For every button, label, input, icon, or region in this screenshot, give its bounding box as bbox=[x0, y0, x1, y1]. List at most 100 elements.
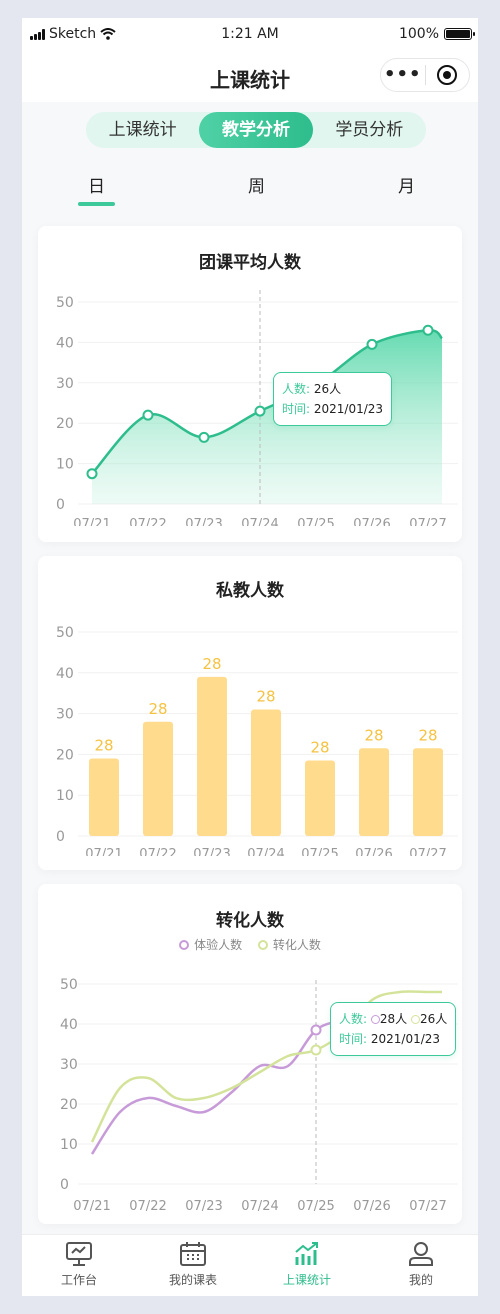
y-tick-label: 0 bbox=[56, 497, 65, 513]
y-tick-label: 30 bbox=[56, 376, 74, 392]
x-tick-label: 07/27 bbox=[409, 847, 446, 856]
y-tick-label: 0 bbox=[60, 1177, 69, 1193]
tooltip-count-key: 人数: bbox=[339, 1012, 368, 1026]
status-bar: Sketch 1:21 AM 100% bbox=[22, 18, 478, 52]
bar bbox=[197, 676, 227, 836]
y-tick-label: 40 bbox=[56, 666, 74, 682]
tab-week[interactable]: 周 bbox=[248, 172, 265, 197]
y-tick-label: 10 bbox=[56, 457, 74, 473]
y-tick-label: 30 bbox=[60, 1057, 78, 1073]
status-right: 100% bbox=[398, 26, 475, 42]
bottom-tab-bar: 工作台 我的课表 上课统计 我的 bbox=[22, 1234, 478, 1296]
tab-label: 上课统计 bbox=[282, 1273, 331, 1287]
x-tick-label: 07/27 bbox=[409, 1199, 446, 1214]
tab-label: 我的 bbox=[408, 1273, 433, 1287]
bar-value-label: 28 bbox=[202, 655, 221, 673]
data-point bbox=[254, 405, 266, 417]
tab-month[interactable]: 月 bbox=[398, 172, 415, 197]
tab-mine[interactable]: 我的 bbox=[364, 1235, 478, 1296]
bar bbox=[359, 748, 389, 836]
x-tick-label: 07/24 bbox=[241, 517, 278, 526]
bar-value-label: 28 bbox=[256, 688, 275, 706]
y-tick-label: 20 bbox=[56, 416, 74, 432]
conversion-card: 转化人数 体验人数 转化人数 0 10 20 30 40 50 07/21 07/22 07/2… bbox=[38, 884, 462, 1224]
x-tick-label: 07/24 bbox=[247, 847, 284, 856]
y-tick-label: 50 bbox=[60, 977, 78, 993]
x-tick-label: 07/25 bbox=[301, 847, 338, 856]
analysis-segmented-control: 上课统计 教学分析 学员分析 bbox=[86, 112, 426, 148]
group-class-average-card: 团课平均人数 0 10 20 30 40 50 07/21 07/22 07/23 07/24 07… bbox=[38, 226, 462, 542]
tab-my-schedule[interactable]: 我的课表 bbox=[136, 1235, 250, 1296]
tooltip-time-key: 时间: bbox=[282, 402, 311, 416]
more-dots-icon[interactable]: ••• bbox=[381, 60, 425, 90]
y-tick-label: 40 bbox=[60, 1017, 78, 1033]
monitor-icon bbox=[66, 1242, 92, 1266]
x-tick-label: 07/22 bbox=[129, 1199, 166, 1214]
tooltip-count-key: 人数: bbox=[282, 382, 311, 396]
tooltip-time-value: 2021/01/23 bbox=[313, 402, 384, 416]
tab-workbench[interactable]: 工作台 bbox=[22, 1235, 136, 1296]
active-tab-indicator bbox=[78, 202, 115, 206]
y-tick-label: 50 bbox=[56, 295, 74, 311]
data-point bbox=[422, 324, 434, 336]
mini-program-capsule: ••• bbox=[380, 58, 470, 92]
tab-day[interactable]: 日 bbox=[88, 172, 105, 197]
tooltip-value-trial: 28人 bbox=[379, 1012, 408, 1026]
bar bbox=[413, 748, 443, 836]
x-tick-label: 07/22 bbox=[129, 517, 166, 526]
period-tabs: 日 周 月 bbox=[22, 168, 478, 212]
y-tick-label: 50 bbox=[56, 625, 74, 641]
x-tick-label: 07/26 bbox=[353, 517, 390, 526]
tooltip-value-converted: 26人 bbox=[419, 1012, 448, 1026]
bar-value-label: 28 bbox=[94, 736, 113, 754]
bar-value-label: 28 bbox=[418, 726, 437, 744]
x-tick-label: 07/25 bbox=[297, 517, 334, 526]
close-capsule-button[interactable] bbox=[425, 65, 469, 85]
user-icon bbox=[409, 1242, 433, 1266]
y-tick-label: 10 bbox=[60, 1137, 78, 1153]
tab-label: 我的课表 bbox=[168, 1273, 217, 1287]
data-point bbox=[310, 1044, 322, 1056]
private-lesson-card: 私教人数 0 10 20 30 40 50 07/21 07/22 07/23 07/24 07/2… bbox=[38, 556, 462, 870]
x-tick-label: 07/21 bbox=[85, 847, 122, 856]
segment-student-analysis[interactable]: 学员分析 bbox=[313, 112, 426, 148]
bar bbox=[89, 758, 119, 836]
tab-class-stats[interactable]: 上课统计 bbox=[250, 1235, 364, 1296]
tab-label: 工作台 bbox=[60, 1273, 97, 1287]
data-point bbox=[86, 468, 98, 480]
bar bbox=[305, 760, 335, 836]
segment-teaching-analysis[interactable]: 教学分析 bbox=[199, 112, 313, 148]
segment-class-stats[interactable]: 上课统计 bbox=[86, 112, 199, 148]
x-tick-label: 07/25 bbox=[297, 1199, 334, 1214]
y-tick-label: 0 bbox=[56, 829, 65, 845]
x-tick-label: 07/27 bbox=[409, 517, 446, 526]
bar bbox=[251, 709, 281, 836]
tooltip-count-value: 26人 bbox=[313, 382, 342, 396]
x-tick-label: 07/22 bbox=[139, 847, 176, 856]
series-dot-icon bbox=[370, 1015, 380, 1024]
phone-screen: Sketch 1:21 AM 100% 上课统计 ••• 上课统计 教学分析 学… bbox=[22, 18, 478, 1296]
chart-tooltip: 人数: 26人 时间: 2021/01/23 bbox=[273, 372, 393, 426]
x-tick-label: 07/21 bbox=[73, 1199, 110, 1214]
series-dot-icon bbox=[410, 1015, 420, 1024]
x-tick-label: 07/21 bbox=[73, 517, 110, 526]
tooltip-time-key: 时间: bbox=[339, 1032, 368, 1046]
bar-value-label: 28 bbox=[310, 739, 329, 757]
bar-value-label: 28 bbox=[148, 700, 167, 718]
calendar-icon bbox=[180, 1242, 206, 1266]
battery-percent: 100% bbox=[398, 26, 439, 42]
bar-value-label: 28 bbox=[364, 726, 383, 744]
x-tick-label: 07/23 bbox=[185, 517, 222, 526]
area-chart: 0 10 20 30 40 50 07/21 07/22 07/23 07/24 07/25 07/2… bbox=[56, 290, 458, 526]
y-tick-label: 10 bbox=[56, 788, 74, 804]
x-tick-label: 07/26 bbox=[353, 1199, 390, 1214]
bar-chart: 0 10 20 30 40 50 07/21 07/22 07/23 07/24 07/25 07/2… bbox=[56, 625, 458, 856]
data-point bbox=[366, 338, 378, 350]
growth-chart-icon bbox=[295, 1242, 318, 1265]
nav-bar: 上课统计 ••• bbox=[22, 52, 478, 102]
bar bbox=[143, 721, 173, 836]
data-point bbox=[198, 431, 210, 443]
chart-tooltip: 人数: 28人 26人 时间: 2021/01/23 bbox=[330, 1002, 457, 1056]
x-tick-label: 07/23 bbox=[185, 1199, 222, 1214]
x-tick-label: 07/23 bbox=[193, 847, 230, 856]
